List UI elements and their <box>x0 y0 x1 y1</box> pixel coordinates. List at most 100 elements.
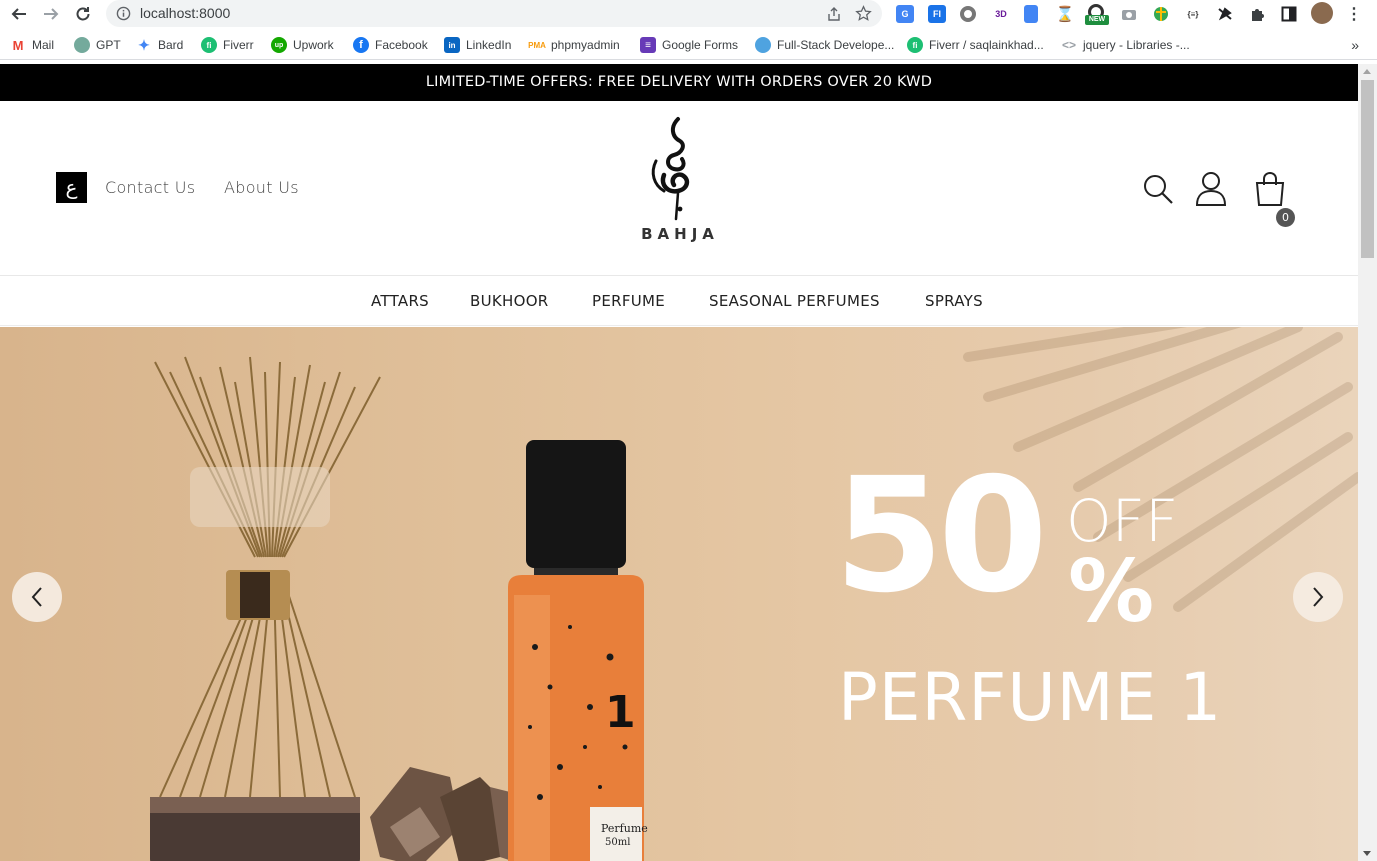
language-toggle-button[interactable]: ع <box>56 172 87 203</box>
offer-product-name: PERFUME 1 <box>838 659 1223 736</box>
bookmark-jquery[interactable]: <> jquery - Libraries -... <box>1061 37 1190 53</box>
cart-count-badge: 0 <box>1276 208 1295 227</box>
bookmark-label: phpmyadmin <box>551 38 620 52</box>
promo-banner: LIMITED-TIME OFFERS: FREE DELIVERY WITH … <box>0 64 1358 101</box>
more-bookmarks-icon[interactable]: » <box>1351 37 1359 53</box>
address-bar[interactable]: localhost:8000 <box>106 0 882 27</box>
cart-button[interactable] <box>1255 171 1285 212</box>
fiverr-icon: fi <box>907 37 923 53</box>
category-sprays[interactable]: SPRAYS <box>925 292 983 310</box>
json-extension-icon[interactable]: {≡} <box>1184 5 1202 23</box>
forward-arrow-icon <box>44 8 59 20</box>
account-button[interactable] <box>1195 171 1227 212</box>
bookmark-fiverr-profile[interactable]: fi Fiverr / saqlainkhad... <box>907 37 1044 53</box>
category-attars[interactable]: ATTARS <box>371 292 429 310</box>
bookmark-google-forms[interactable]: ≡ Google Forms <box>640 37 738 53</box>
contact-us-link[interactable]: Contact Us <box>105 178 195 197</box>
bottle-label-line2: 50ml <box>605 837 631 848</box>
reload-button[interactable] <box>72 3 94 25</box>
bookmark-linkedin[interactable]: in LinkedIn <box>444 37 511 53</box>
forward-button[interactable] <box>40 3 62 25</box>
google-translate-extension-icon[interactable]: G <box>896 5 914 23</box>
user-icon <box>1195 172 1227 206</box>
bookmark-full-stack[interactable]: Full-Stack Develope... <box>755 37 894 53</box>
code-icon: <> <box>1061 37 1077 53</box>
bookmark-star-icon[interactable] <box>855 5 872 22</box>
docs-extension-icon[interactable] <box>1024 5 1038 23</box>
hero-carousel: 1 Perfume 50ml 50 OFF % PERFUME 1 <box>0 327 1358 861</box>
perfume-bottle-image <box>508 440 644 861</box>
fiverr-icon: fi <box>201 37 217 53</box>
category-perfume[interactable]: PERFUME <box>592 292 665 310</box>
site-info-icon[interactable] <box>116 6 131 21</box>
new-badge: NEW <box>1085 15 1109 25</box>
bookmark-facebook[interactable]: f Facebook <box>353 37 428 53</box>
bookmark-label: Upwork <box>293 38 334 52</box>
bookmark-label: Mail <box>32 38 55 52</box>
bookmark-label: jquery - Libraries -... <box>1083 38 1190 52</box>
browser-toolbar: localhost:8000 G FI 3D ⌛ NEW {≡} ⋮ <box>0 0 1377 28</box>
shopping-bag-icon <box>1255 171 1285 206</box>
chevron-right-icon <box>1313 587 1324 607</box>
carousel-next-button[interactable] <box>1293 572 1343 622</box>
side-panel-icon[interactable] <box>1280 5 1298 23</box>
search-icon <box>1144 175 1173 204</box>
offer-percent-number: 50 <box>834 444 1048 628</box>
scroll-down-arrow-icon[interactable] <box>1363 851 1371 856</box>
phpmyadmin-icon: PMA <box>528 37 546 53</box>
circle-extension-icon[interactable] <box>960 6 976 22</box>
profile-avatar[interactable] <box>1311 2 1333 24</box>
bookmark-phpmyadmin[interactable]: PMA phpmyadmin <box>528 37 620 53</box>
bookmarks-bar: M Mail GPT ✦ Bard fi Fiverr up Upwork f … <box>0 32 1377 60</box>
category-nav: ATTARS BUKHOOR PERFUME SEASONAL PERFUMES… <box>0 277 1358 326</box>
site-logo[interactable]: BAHJA <box>620 115 740 265</box>
carousel-prev-button[interactable] <box>12 572 62 622</box>
bookmark-label: Facebook <box>375 38 428 52</box>
page-viewport: LIMITED-TIME OFFERS: FREE DELIVERY WITH … <box>0 64 1358 861</box>
bookmark-bard[interactable]: ✦ Bard <box>136 37 183 53</box>
category-seasonal-perfumes[interactable]: SEASONAL PERFUMES <box>709 292 880 310</box>
bookmark-fiverr[interactable]: fi Fiverr <box>201 37 254 53</box>
chatgpt-icon <box>74 37 90 53</box>
fi-extension-icon[interactable]: FI <box>928 5 946 23</box>
site-header: ع Contact Us About Us BAHJA 0 <box>0 101 1358 276</box>
bookmark-gpt[interactable]: GPT <box>74 37 121 53</box>
bookmark-mail[interactable]: M Mail <box>10 37 54 53</box>
about-us-link[interactable]: About Us <box>224 178 299 197</box>
bug-extension-icon[interactable] <box>1216 5 1234 23</box>
bookmark-label: Fiverr <box>223 38 254 52</box>
upwork-icon: up <box>271 37 287 53</box>
brand-name: BAHJA <box>641 225 719 243</box>
extensions-puzzle-icon[interactable] <box>1248 5 1266 23</box>
back-button[interactable] <box>8 3 30 25</box>
camera-extension-icon[interactable] <box>1120 5 1138 23</box>
page-scrollbar[interactable] <box>1358 64 1377 861</box>
bookmark-label: Full-Stack Develope... <box>777 38 895 52</box>
gmail-icon: M <box>10 37 26 53</box>
bookmark-label: Google Forms <box>662 38 739 52</box>
scroll-up-arrow-icon[interactable] <box>1363 69 1371 74</box>
scrollbar-thumb[interactable] <box>1361 80 1374 258</box>
facebook-icon: f <box>353 37 369 53</box>
offer-percent-sign: % <box>1068 542 1155 642</box>
category-bukhoor[interactable]: BUKHOOR <box>470 292 549 310</box>
browser-menu-icon[interactable]: ⋮ <box>1345 5 1363 23</box>
url-text[interactable]: localhost:8000 <box>140 5 230 21</box>
bookmark-label: Fiverr / saqlainkhad... <box>929 38 1044 52</box>
bard-icon: ✦ <box>136 37 152 53</box>
cloud-icon <box>755 37 771 53</box>
search-button[interactable] <box>1142 173 1174 210</box>
linkedin-icon: in <box>444 37 460 53</box>
back-arrow-icon <box>11 8 26 20</box>
3d-extension-icon[interactable]: 3D <box>992 5 1010 23</box>
share-icon[interactable] <box>826 6 842 22</box>
calligraphy-logo-icon <box>651 117 690 221</box>
bookmark-label: Bard <box>158 38 184 52</box>
bookmark-label: GPT <box>96 38 121 52</box>
reload-icon <box>76 7 90 21</box>
globe-extension-icon[interactable] <box>1152 5 1170 23</box>
hourglass-extension-icon[interactable]: ⌛ <box>1056 5 1074 23</box>
bottle-number: 1 <box>605 687 636 738</box>
chevron-left-icon <box>31 587 42 607</box>
bookmark-upwork[interactable]: up Upwork <box>271 37 334 53</box>
